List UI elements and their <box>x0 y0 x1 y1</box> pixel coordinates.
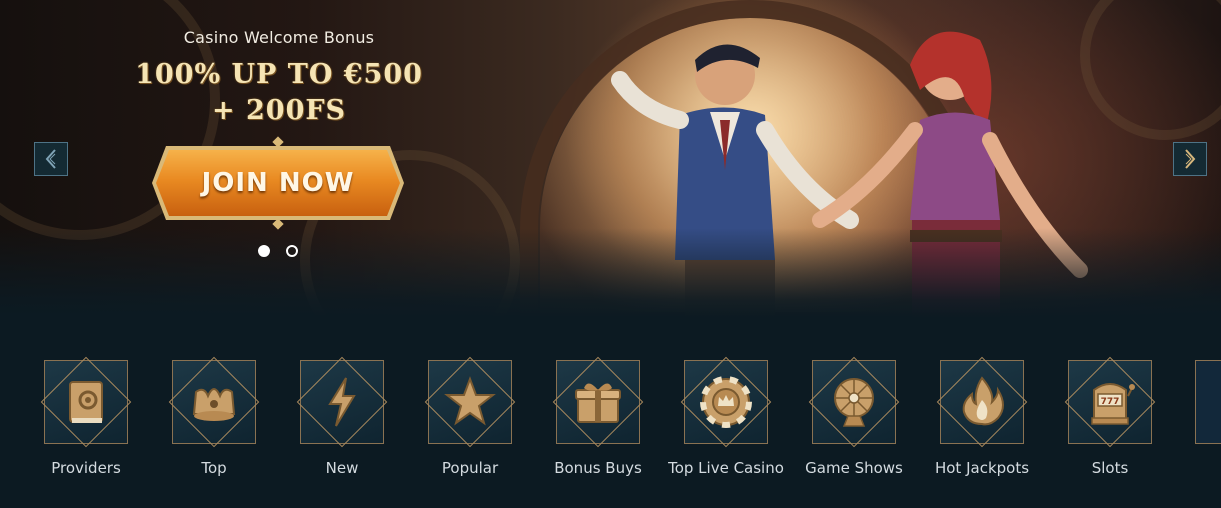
star-icon <box>444 376 496 426</box>
category-next-partial[interactable] <box>1195 360 1221 444</box>
crown-icon <box>192 388 236 421</box>
category-icon-frame <box>552 356 644 448</box>
diamond-ornament <box>272 136 284 148</box>
category-bar: Providers Top New Popular Bonus Buys Top… <box>0 318 1221 508</box>
hero-subtitle: Casino Welcome Bonus <box>183 28 375 47</box>
chevron-right-icon <box>1185 149 1196 169</box>
category-icon-frame <box>808 356 900 448</box>
carousel-prev-button[interactable] <box>34 142 68 176</box>
category-top-live-casino[interactable]: Top Live Casino <box>662 356 790 478</box>
hero-banner: Casino Welcome Bonus 100% UP TO €500 + 2… <box>0 0 1221 318</box>
category-new[interactable]: New <box>278 356 406 478</box>
slot-machine-icon: 777 <box>1091 383 1135 425</box>
hero-title: 100% UP TO €500 + 200FS <box>135 59 423 126</box>
category-icon-frame <box>296 356 388 448</box>
category-popular[interactable]: Popular <box>406 356 534 478</box>
category-bonus-buys[interactable]: Bonus Buys <box>534 356 662 478</box>
category-icon-frame <box>168 356 260 448</box>
category-label: Bonus Buys <box>554 459 642 477</box>
category-icon-frame <box>424 356 516 448</box>
category-icon-frame: 777 <box>1064 356 1156 448</box>
category-slots[interactable]: 777 Slots <box>1046 356 1174 478</box>
hero-promo: Casino Welcome Bonus 100% UP TO €500 + 2… <box>120 24 438 129</box>
category-label: Providers <box>51 459 121 477</box>
join-now-cta: JOIN NOW <box>152 136 404 230</box>
gift-box-icon <box>575 383 621 423</box>
category-label: New <box>325 459 359 477</box>
category-label: Top Live Casino <box>668 459 784 477</box>
category-icon-frame <box>936 356 1028 448</box>
prize-wheel-icon <box>834 378 874 427</box>
chevron-left-icon <box>45 149 56 169</box>
category-label: Popular <box>441 459 499 477</box>
category-label: Game Shows <box>805 459 903 477</box>
category-providers[interactable]: Providers <box>22 356 150 478</box>
book-gear-icon <box>69 381 103 423</box>
carousel-dot-1[interactable] <box>258 245 270 257</box>
category-hot-jackpots[interactable]: Hot Jackpots <box>918 356 1046 478</box>
category-label: Hot Jackpots <box>934 459 1030 477</box>
category-icon-frame <box>40 356 132 448</box>
flame-icon <box>962 376 1004 426</box>
svg-text:777: 777 <box>1101 397 1120 407</box>
lightning-icon <box>328 377 356 427</box>
category-top[interactable]: Top <box>150 356 278 478</box>
casino-chip-icon <box>700 376 752 428</box>
category-label: Top <box>201 459 227 477</box>
category-icon-frame <box>680 356 772 448</box>
hero-bottom-fade <box>0 228 1221 318</box>
category-game-shows[interactable]: Game Shows <box>790 356 918 478</box>
carousel-next-button[interactable] <box>1173 142 1207 176</box>
carousel-dots <box>258 245 298 257</box>
join-now-button[interactable]: JOIN NOW <box>156 150 400 216</box>
carousel-dot-2[interactable] <box>286 245 298 257</box>
category-label: Slots <box>1091 459 1129 477</box>
